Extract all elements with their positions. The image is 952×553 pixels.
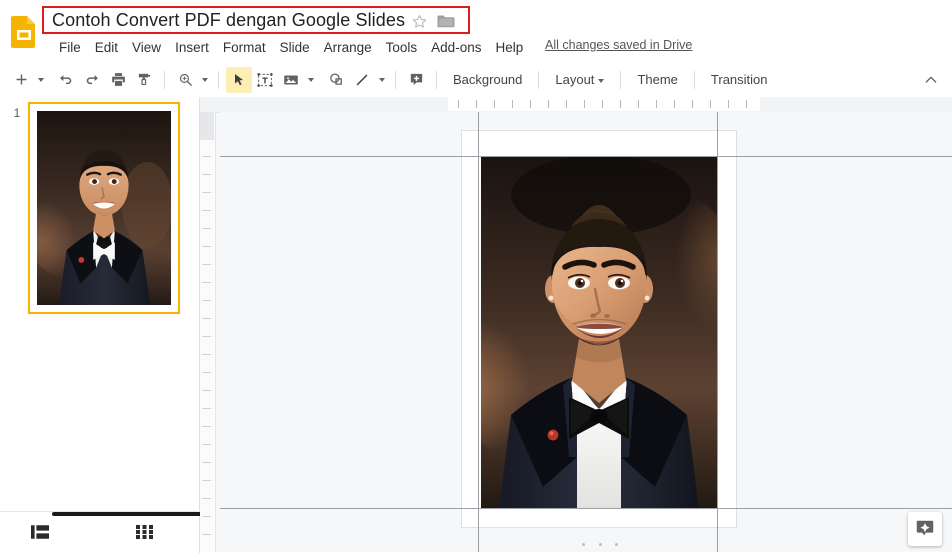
- horizontal-scrollbar[interactable]: [52, 512, 207, 516]
- filmstrip-view-icon[interactable]: [27, 520, 53, 544]
- folder-icon[interactable]: [437, 14, 455, 29]
- transition-button[interactable]: Transition: [702, 68, 777, 91]
- slide-editor-area[interactable]: [200, 97, 952, 552]
- vertical-ruler-active-zone: [200, 112, 214, 140]
- menu-item-help[interactable]: Help: [488, 38, 530, 57]
- textbox-button[interactable]: [252, 67, 278, 93]
- slide-filmstrip-panel[interactable]: 1: [0, 97, 200, 511]
- menu-item-slide[interactable]: Slide: [273, 38, 317, 57]
- line-dropdown-chevron-down-icon[interactable]: [375, 67, 388, 93]
- menu-item-addons[interactable]: Add-ons: [424, 38, 488, 57]
- line-button[interactable]: [349, 67, 375, 93]
- shape-button[interactable]: [323, 67, 349, 93]
- print-button[interactable]: [105, 67, 131, 93]
- selection-guide-right: [717, 112, 718, 552]
- menu-item-edit[interactable]: Edit: [88, 38, 125, 57]
- theme-button-label: Theme: [637, 72, 678, 87]
- toolbar: Background Layout Theme Transition: [0, 62, 952, 98]
- paint-format-button[interactable]: [131, 67, 157, 93]
- zoom-dropdown-chevron-down-icon[interactable]: [198, 67, 211, 93]
- menu-bar: File Edit View Insert Format Slide Arran…: [52, 36, 530, 58]
- slide-thumbnail-content: [37, 111, 171, 305]
- menu-item-arrange[interactable]: Arrange: [317, 38, 379, 57]
- portrait-image-large: [481, 157, 717, 509]
- portrait-image-thumbnail: [37, 111, 171, 305]
- new-slide-dropdown-chevron-down-icon[interactable]: [34, 67, 47, 93]
- menu-item-file[interactable]: File: [52, 38, 88, 57]
- menu-item-format[interactable]: Format: [216, 38, 273, 57]
- image-button[interactable]: [278, 67, 304, 93]
- google-slides-window: Contoh Convert PDF dengan Google Slides …: [0, 0, 952, 553]
- layout-button[interactable]: Layout: [546, 68, 613, 91]
- background-button-label: Background: [453, 72, 523, 87]
- comment-button[interactable]: [403, 67, 429, 93]
- transition-button-label: Transition: [710, 72, 768, 87]
- vertical-ruler[interactable]: [200, 112, 216, 552]
- page-title[interactable]: Contoh Convert PDF dengan Google Slides: [52, 10, 405, 30]
- zoom-button[interactable]: [172, 67, 198, 93]
- slide-number: 1: [13, 106, 21, 120]
- save-status-link[interactable]: All changes saved in Drive: [545, 38, 692, 52]
- slides-document-icon[interactable]: [10, 15, 38, 49]
- background-button[interactable]: Background: [444, 68, 531, 91]
- horizontal-ruler[interactable]: [220, 97, 952, 113]
- new-slide-button[interactable]: [8, 67, 34, 93]
- list-item[interactable]: 1: [0, 102, 199, 317]
- filmstrip-footer: [0, 511, 207, 553]
- image-dropdown-chevron-down-icon[interactable]: [304, 67, 317, 93]
- slide-thumbnail-1[interactable]: [28, 102, 180, 314]
- selection-guide-top: [220, 156, 952, 157]
- image-portrait[interactable]: [481, 157, 717, 509]
- selection-guide-left: [478, 112, 479, 552]
- star-outline-icon[interactable]: [411, 13, 428, 30]
- slide-canvas[interactable]: [220, 112, 952, 552]
- redo-button[interactable]: [79, 67, 105, 93]
- ruler-corner: [200, 97, 220, 113]
- explore-star-icon: [916, 520, 934, 536]
- grid-view-icon[interactable]: [131, 520, 157, 544]
- menu-item-insert[interactable]: Insert: [168, 38, 216, 57]
- menu-item-tools[interactable]: Tools: [379, 38, 425, 57]
- collapse-toolbar-button[interactable]: [920, 69, 942, 91]
- select-tool-button[interactable]: [226, 66, 252, 93]
- explore-button[interactable]: [908, 512, 942, 546]
- undo-button[interactable]: [53, 67, 79, 93]
- menu-item-view[interactable]: View: [125, 38, 168, 57]
- theme-button[interactable]: Theme: [628, 68, 686, 91]
- header-bar: Contoh Convert PDF dengan Google Slides …: [0, 0, 952, 62]
- layout-button-label: Layout: [555, 72, 595, 87]
- resize-dots-handle[interactable]: [582, 543, 618, 549]
- layout-chevron-down-icon: [598, 79, 605, 83]
- selection-guide-bottom: [220, 508, 952, 509]
